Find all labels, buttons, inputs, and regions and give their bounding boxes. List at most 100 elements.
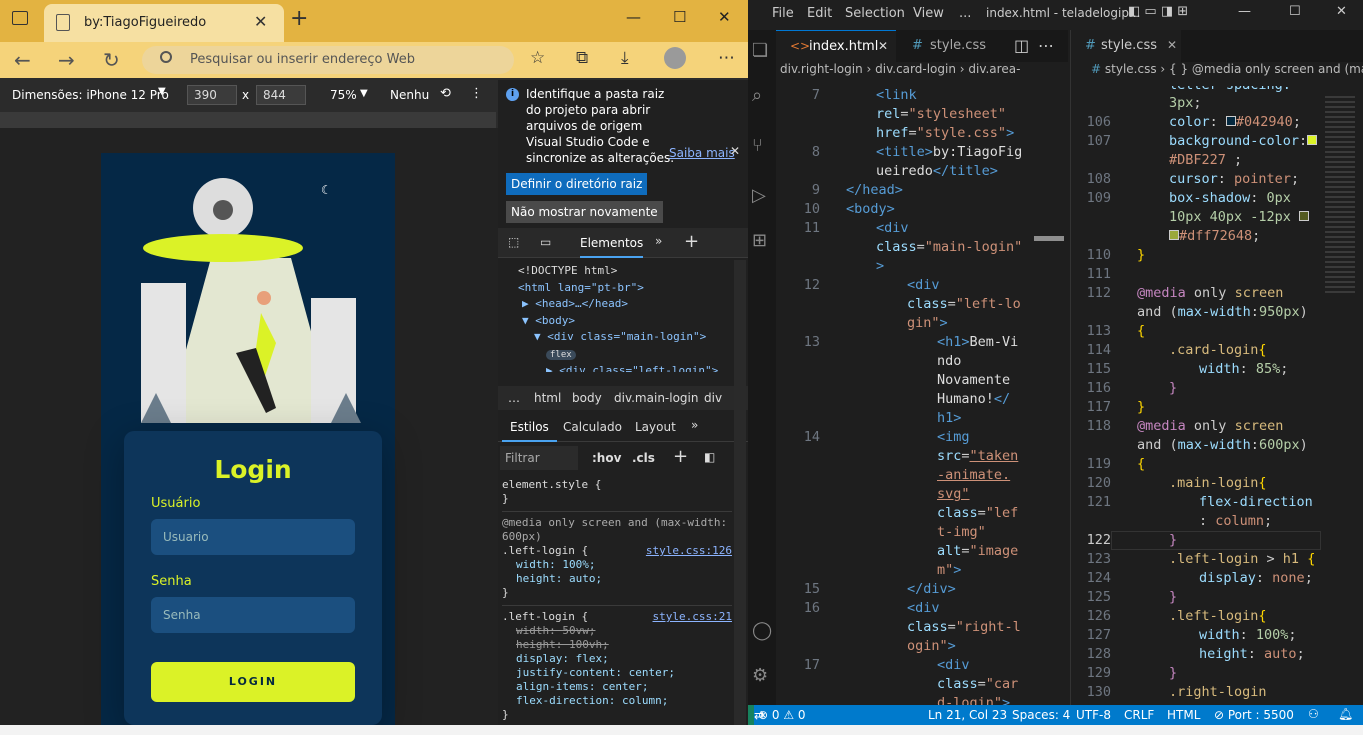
user-input[interactable]: Usuario <box>151 519 355 555</box>
explorer-icon[interactable]: ❏ <box>752 40 768 61</box>
more-icon[interactable]: ⋮ <box>470 86 483 101</box>
device-icon[interactable]: ▭ <box>540 235 551 249</box>
close-tab-icon[interactable]: ✕ <box>254 12 267 31</box>
rule-selector[interactable]: .left-login { <box>502 544 588 557</box>
gear-icon[interactable]: ⚙ <box>752 665 768 686</box>
inspect-icon[interactable]: ⬚ <box>508 235 519 249</box>
editor-css[interactable]: letter-spacing: 3px; 106color: #042940; … <box>1071 86 1321 705</box>
live-server-port[interactable]: ⊘ Port : 5500 <box>1214 708 1294 722</box>
address-input[interactable]: Pesquisar ou inserir endereço Web <box>142 46 514 74</box>
sidebar-toggle-icon[interactable]: ◧ <box>704 450 715 464</box>
cursor-position[interactable]: Ln 21, Col 23 <box>928 708 1007 722</box>
tab-styles[interactable]: Estilos <box>502 420 557 442</box>
menu-view[interactable]: View <box>913 6 944 21</box>
dom-line[interactable]: <!DOCTYPE html> <box>518 263 718 280</box>
learn-more-link[interactable]: Saiba mais <box>669 146 735 160</box>
minimize-icon[interactable]: — <box>626 8 641 26</box>
css-prop[interactable]: align-items: center; <box>502 680 732 694</box>
tab-actions-icon[interactable] <box>12 11 28 25</box>
css-prop[interactable]: justify-content: center; <box>502 666 732 680</box>
breadcrumb-item[interactable]: div.area- <box>968 62 1020 76</box>
breadcrumb-item[interactable]: and (max <box>1318 62 1363 76</box>
feedback-icon[interactable]: ⚇ <box>1308 707 1319 721</box>
new-tab-icon[interactable]: + <box>290 6 308 31</box>
profile-avatar[interactable] <box>664 47 686 69</box>
source-control-icon[interactable]: ⑂ <box>752 135 763 156</box>
more-tabs-icon[interactable]: » <box>691 418 698 432</box>
dom-line[interactable]: ▶ <head>…</head> <box>518 296 718 313</box>
search-icon[interactable]: ⌕ <box>752 85 762 106</box>
minimap[interactable] <box>1030 86 1068 705</box>
more-icon[interactable]: ⋯ <box>718 48 735 68</box>
set-root-button[interactable]: Definir o diretório raiz <box>506 173 648 195</box>
menu-edit[interactable]: Edit <box>807 6 832 21</box>
throttle-select[interactable]: Nenhu <box>390 88 429 102</box>
breadcrumb-item[interactable]: div.card-login <box>875 62 956 76</box>
minimize-icon[interactable]: — <box>1238 4 1251 19</box>
breadcrumb-item[interactable]: { } @media only screen <box>1169 62 1314 76</box>
dom-line[interactable]: ▼ <body> <box>518 313 718 330</box>
notifications-icon[interactable]: 🔔︎ <box>1338 707 1353 721</box>
indentation[interactable]: Spaces: 4 <box>1012 708 1070 722</box>
dont-show-button[interactable]: Não mostrar novamente <box>506 201 663 223</box>
dom-line[interactable]: ▼ <div class="main-login"> <box>518 329 718 346</box>
menu-more[interactable]: ... <box>959 6 971 21</box>
breadcrumb-item[interactable]: style.css <box>1105 62 1157 76</box>
css-prop[interactable]: height: auto; <box>502 572 732 586</box>
more-icon[interactable]: … <box>508 391 520 405</box>
rule-selector[interactable]: .left-login { <box>502 610 588 623</box>
crumb[interactable]: div <box>704 391 722 405</box>
line-ending[interactable]: CRLF <box>1124 708 1154 722</box>
editor-html[interactable]: 7 <link rel="stylesheet" href="style.css"… <box>776 86 1068 705</box>
width-input[interactable] <box>187 85 237 105</box>
breadcrumb-item[interactable]: div.right-login <box>776 62 863 76</box>
more-icon[interactable]: ⋯ <box>1038 36 1054 55</box>
minimap-slider[interactable] <box>1034 236 1064 241</box>
close-window-icon[interactable]: ✕ <box>718 8 731 26</box>
hov-toggle[interactable]: :hov <box>592 451 621 465</box>
crumb[interactable]: div.main-login <box>614 391 698 405</box>
css-prop[interactable]: flex-direction: column; <box>502 694 732 708</box>
zoom-select[interactable]: 75% <box>330 88 357 102</box>
encoding[interactable]: UTF-8 <box>1076 708 1111 722</box>
close-window-icon[interactable]: ✕ <box>1336 4 1347 19</box>
rule-selector[interactable]: element.style { <box>502 478 732 492</box>
css-prop-overridden[interactable]: width: 50vw; <box>502 624 732 638</box>
crumb[interactable]: body <box>572 391 602 405</box>
tab-layout[interactable]: Layout <box>635 420 676 434</box>
add-tab-icon[interactable]: + <box>684 231 699 252</box>
maximize-icon[interactable]: ☐ <box>1289 4 1301 19</box>
collections-icon[interactable]: ⧉ <box>576 48 588 68</box>
forward-icon[interactable]: → <box>58 48 75 72</box>
height-input[interactable] <box>256 85 306 105</box>
css-prop[interactable]: display: flex; <box>502 652 732 666</box>
minimap-right[interactable] <box>1321 86 1363 705</box>
css-prop[interactable]: width: 100%; <box>502 558 732 572</box>
problems-indicator[interactable]: ⊗ 0 ⚠ 0 <box>758 708 806 722</box>
account-icon[interactable]: ◯ <box>752 620 772 641</box>
source-link[interactable]: style.css:21 <box>653 610 732 624</box>
tab-style-css[interactable]: # style.css <box>896 30 1006 62</box>
scrollbar[interactable] <box>734 260 746 725</box>
cls-toggle[interactable]: .cls <box>632 451 655 465</box>
tab-computed[interactable]: Calculado <box>563 420 622 434</box>
rotate-icon[interactable]: ⟲ <box>440 86 451 101</box>
split-editor-icon[interactable]: ◫ <box>1014 36 1029 55</box>
close-icon[interactable]: ✕ <box>1167 38 1177 52</box>
favorites-icon[interactable]: ☆ <box>530 48 545 68</box>
tab-style-css-right[interactable]: # style.css ✕ <box>1071 30 1181 62</box>
flex-badge[interactable]: flex <box>546 349 576 360</box>
tab-elements[interactable]: Elementos <box>580 236 644 258</box>
run-debug-icon[interactable]: ▷ <box>752 185 766 206</box>
dom-line[interactable]: <html lang="pt-br"> <box>518 280 718 297</box>
login-button[interactable]: LOGIN <box>151 662 355 702</box>
close-icon[interactable]: ✕ <box>878 39 888 53</box>
back-icon[interactable]: ← <box>14 48 31 72</box>
new-rule-icon[interactable]: + <box>673 446 688 467</box>
refresh-icon[interactable]: ↻ <box>103 48 120 72</box>
browser-tab[interactable]: by:TiagoFigueiredo ✕ <box>44 4 284 42</box>
source-link[interactable]: style.css:126 <box>646 544 732 558</box>
menu-file[interactable]: File <box>772 6 794 21</box>
extensions-icon[interactable]: ⊞ <box>752 230 767 251</box>
menu-selection[interactable]: Selection <box>845 6 905 21</box>
